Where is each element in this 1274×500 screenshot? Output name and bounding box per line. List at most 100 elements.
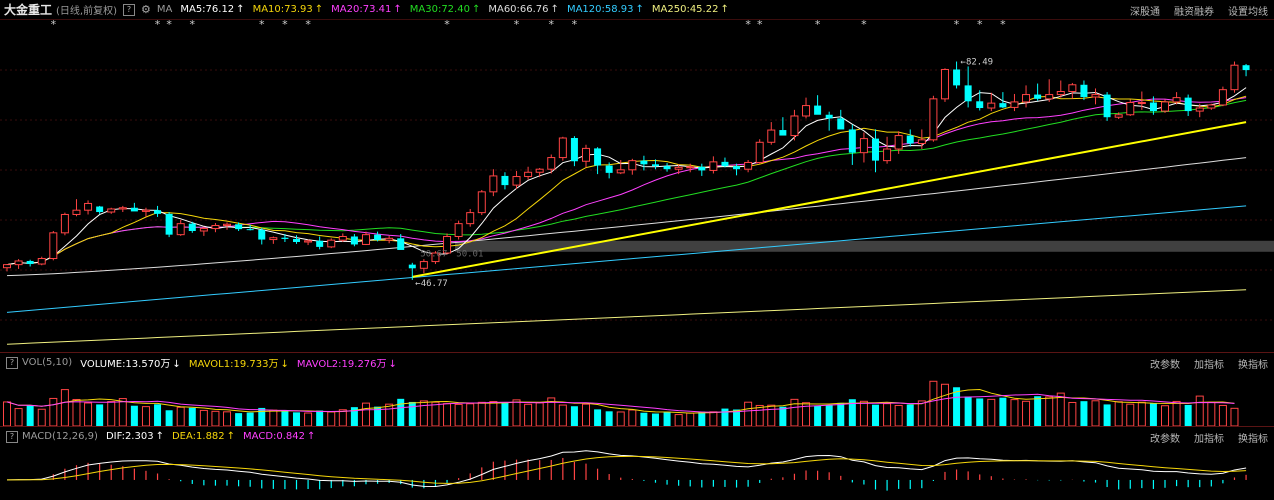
candle-up bbox=[1126, 102, 1135, 116]
volume-bar-up bbox=[1230, 407, 1239, 426]
macd-arrow-icon-2: ↑ bbox=[307, 431, 316, 442]
vol-tool-0-button[interactable]: 改参数 bbox=[1150, 356, 1180, 371]
candle-down bbox=[570, 138, 578, 162]
news-star-icon[interactable]: * bbox=[572, 20, 578, 31]
candle-up bbox=[14, 260, 23, 266]
main-tool-2-button[interactable]: 设置均线 bbox=[1228, 3, 1268, 18]
volume-bar-down bbox=[605, 411, 613, 426]
candle-down bbox=[154, 210, 162, 214]
macd-chart[interactable] bbox=[0, 446, 1274, 500]
candle-down bbox=[1080, 84, 1088, 98]
main-tool-0-button[interactable]: 深股通 bbox=[1130, 3, 1160, 18]
news-star-icon[interactable]: * bbox=[514, 20, 520, 31]
volume-bar-down bbox=[953, 387, 961, 426]
help-icon[interactable]: ? bbox=[123, 3, 135, 16]
news-star-icon[interactable]: * bbox=[1000, 20, 1006, 31]
candle-up bbox=[802, 105, 811, 117]
volume-bar-down bbox=[235, 413, 243, 426]
news-star-icon[interactable]: * bbox=[190, 20, 196, 31]
news-star-icon[interactable]: * bbox=[51, 20, 57, 31]
volume-bar-up bbox=[443, 403, 452, 426]
macd-tool-1-button[interactable]: 加指标 bbox=[1194, 430, 1224, 445]
volume-toolbar: 改参数 加指标 换指标 bbox=[1136, 353, 1268, 373]
vol-tool-2-button[interactable]: 换指标 bbox=[1238, 356, 1268, 371]
news-star-icon[interactable]: * bbox=[745, 20, 751, 31]
stock-name[interactable]: 大金重工 bbox=[4, 1, 52, 18]
volume-chart[interactable] bbox=[0, 372, 1274, 426]
candle-up bbox=[709, 161, 718, 171]
news-star-icon[interactable]: * bbox=[954, 20, 960, 31]
volume-bar-up bbox=[1126, 403, 1135, 426]
vol-value-0: VOLUME:13.570万 bbox=[80, 359, 171, 370]
candle-down bbox=[976, 101, 984, 109]
news-star-icon[interactable]: * bbox=[815, 20, 821, 31]
macd-tool-2-button[interactable]: 换指标 bbox=[1238, 430, 1268, 445]
macd-header: ? MACD(12,26,9) DIF:2.303 ↑ DEA:1.882 ↑ MACD… bbox=[0, 426, 1274, 446]
news-star-icon[interactable]: * bbox=[757, 20, 763, 31]
volume-bar-up bbox=[118, 398, 127, 426]
volume-bar-down bbox=[825, 405, 833, 426]
gear-icon[interactable]: ⚙ bbox=[141, 3, 151, 16]
candle-up bbox=[3, 264, 11, 269]
volume-bar-down bbox=[1149, 403, 1157, 426]
candle-down bbox=[165, 213, 173, 235]
candle-up bbox=[327, 239, 336, 248]
candle-up bbox=[558, 137, 567, 159]
ma-value-2: MA20:73.41 bbox=[331, 4, 392, 15]
ma-arrow-icon-6: ↑ bbox=[720, 4, 729, 15]
news-star-icon[interactable]: * bbox=[861, 20, 867, 31]
volume-bar-down bbox=[964, 396, 972, 426]
candle-up bbox=[1207, 104, 1216, 109]
candle-down bbox=[1242, 65, 1250, 71]
news-star-icon[interactable]: * bbox=[549, 20, 555, 31]
candle-up bbox=[512, 176, 521, 186]
volume-bar-up bbox=[859, 400, 868, 426]
volume-bar-up bbox=[338, 409, 347, 426]
period-label: (日线,前复权) bbox=[56, 6, 117, 17]
candle-down bbox=[640, 160, 648, 165]
volume-bar-down bbox=[154, 404, 162, 426]
volume-bar-up bbox=[917, 400, 926, 426]
macd-toolbar: 改参数 加指标 换指标 bbox=[1136, 427, 1268, 447]
main-tool-1-button[interactable]: 融资融券 bbox=[1174, 3, 1214, 18]
volume-bar-up bbox=[1010, 399, 1019, 426]
volume-bar-up bbox=[987, 398, 996, 426]
candle-up bbox=[1230, 64, 1239, 91]
support-price-label-ext: 50.01 bbox=[456, 250, 483, 260]
candle-up bbox=[929, 98, 938, 141]
volume-bar-up bbox=[327, 411, 336, 426]
news-star-icon[interactable]: * bbox=[282, 20, 288, 31]
volume-bar-up bbox=[176, 406, 185, 426]
candle-down bbox=[1184, 97, 1192, 112]
news-star-icon[interactable]: * bbox=[166, 20, 172, 31]
candle-up bbox=[199, 228, 208, 232]
volume-bar-up bbox=[744, 401, 753, 426]
macd-tool-0-button[interactable]: 改参数 bbox=[1150, 430, 1180, 445]
volume-bar-up bbox=[1068, 401, 1077, 426]
candle-down bbox=[594, 148, 602, 166]
candlestick-chart[interactable]: * * * * * * * * * * * * * * * * * * ←82.49 ←46.77 50.67 50.01 bbox=[0, 20, 1274, 352]
candle-up bbox=[582, 147, 590, 162]
news-star-icon[interactable]: * bbox=[259, 20, 265, 31]
volume-bar-down bbox=[258, 407, 266, 426]
volume-bar-down bbox=[651, 413, 659, 426]
vol-tool-1-button[interactable]: 加指标 bbox=[1194, 356, 1224, 371]
volume-bar-up bbox=[628, 409, 637, 426]
volume-label: VOL(5,10) bbox=[22, 357, 73, 368]
volume-bar-up bbox=[709, 411, 718, 426]
news-star-icon[interactable]: * bbox=[305, 20, 311, 31]
volume-bar-down bbox=[501, 402, 509, 426]
news-star-icon[interactable]: * bbox=[444, 20, 450, 31]
news-star-icon[interactable]: * bbox=[977, 20, 983, 31]
candle-down bbox=[698, 166, 706, 171]
macd-help-icon[interactable]: ? bbox=[6, 430, 18, 443]
volume-bar-down bbox=[26, 405, 34, 426]
volume-bar-up bbox=[894, 404, 903, 426]
volume-bar-up bbox=[524, 403, 533, 426]
candle-up bbox=[454, 223, 463, 237]
ma-indicator-list: MA5:76.12 ↑ MA10:73.93 ↑ MA20:73.41 ↑ MA30:72.… bbox=[172, 4, 729, 15]
news-star-icon[interactable]: * bbox=[155, 20, 161, 31]
volume-help-icon[interactable]: ? bbox=[6, 356, 18, 369]
ma-value-0: MA5:76.12 bbox=[180, 4, 235, 15]
support-price-label: 50.67 bbox=[420, 250, 447, 260]
